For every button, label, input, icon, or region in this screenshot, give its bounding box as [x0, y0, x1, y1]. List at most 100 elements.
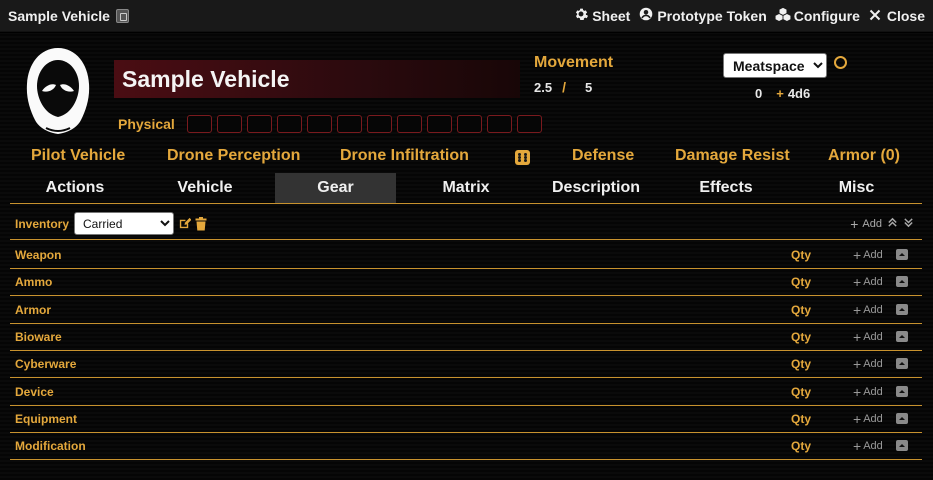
inventory-category-row: Ammo Qty + Add: [10, 269, 922, 297]
category-add-label: Add: [863, 303, 883, 316]
inventory-add-button[interactable]: Add: [862, 218, 882, 230]
prototype-token-button[interactable]: Prototype Token: [638, 7, 767, 24]
plus-icon: +: [850, 215, 859, 232]
initiative-toggle-radio[interactable]: [834, 56, 847, 69]
tab-effects[interactable]: Effects: [661, 173, 791, 203]
initiative-dice[interactable]: 4d6: [788, 86, 810, 101]
chevron-double-down-icon[interactable]: [902, 217, 914, 231]
sheet-button[interactable]: Sheet: [573, 7, 630, 24]
collapse-icon[interactable]: [896, 276, 908, 288]
physical-damage-box[interactable]: [486, 115, 512, 133]
close-button[interactable]: Close: [868, 7, 925, 24]
category-qty-header: Qty: [791, 329, 812, 344]
chevron-double-up-icon[interactable]: [886, 217, 898, 231]
category-name[interactable]: Modification: [15, 439, 86, 453]
physical-damage-box[interactable]: [306, 115, 332, 133]
tab-vehicle[interactable]: Vehicle: [140, 173, 270, 203]
category-add-button[interactable]: + Add: [853, 274, 883, 290]
category-add-button[interactable]: + Add: [853, 302, 883, 318]
physical-damage-box[interactable]: [216, 115, 242, 133]
physical-damage-box[interactable]: [276, 115, 302, 133]
window-actions: Sheet Prototype Token Configure Close: [573, 7, 925, 24]
category-add-label: Add: [863, 412, 883, 425]
physical-damage-box[interactable]: [516, 115, 542, 133]
category-add-button[interactable]: + Add: [853, 356, 883, 372]
inventory-select[interactable]: Carried: [74, 212, 175, 235]
category-name[interactable]: Equipment: [15, 412, 77, 426]
actor-name-text: Sample Vehicle: [122, 65, 290, 92]
tab-misc[interactable]: Misc: [791, 173, 922, 203]
physical-label: Physical: [118, 116, 175, 132]
inventory-category-row: Modification Qty + Add: [10, 433, 922, 461]
category-qty-header: Qty: [791, 275, 812, 290]
inventory-actions: + Add: [850, 216, 922, 232]
collapse-icon[interactable]: [896, 249, 908, 260]
collapse-icon[interactable]: [896, 412, 908, 424]
category-add-button[interactable]: + Add: [853, 247, 883, 263]
inventory-toolbar: Inventory Carried + Add: [10, 208, 922, 240]
movement-walk: 2.5: [534, 79, 553, 95]
category-name[interactable]: Bioware: [15, 330, 62, 344]
skill-drone-perception[interactable]: Drone Perception: [167, 147, 300, 165]
quick-skill-bar: Pilot Vehicle Drone Perception Drone Inf…: [0, 147, 933, 169]
actor-sheet: Sample Vehicle Physical Movement 2.5 / 5…: [0, 33, 933, 480]
category-add-button[interactable]: + Add: [853, 438, 883, 454]
edit-icon[interactable]: [178, 217, 192, 231]
physical-damage-box[interactable]: [186, 115, 212, 133]
skill-damage-resist[interactable]: Damage Resist: [675, 147, 790, 165]
actor-portrait[interactable]: [22, 46, 94, 136]
category-name[interactable]: Weapon: [15, 248, 61, 262]
collapse-icon[interactable]: [896, 330, 908, 342]
physical-damage-box[interactable]: [366, 115, 392, 133]
tab-matrix[interactable]: Matrix: [401, 173, 531, 203]
tab-gear[interactable]: Gear: [275, 173, 396, 203]
close-label: Close: [886, 7, 925, 24]
physical-condition-monitor: Physical: [118, 115, 542, 133]
physical-damage-box[interactable]: [246, 115, 272, 133]
physical-damage-box[interactable]: [456, 115, 482, 133]
inventory-category-row: Cyberware Qty + Add: [10, 351, 922, 379]
space-select[interactable]: Meatspace: [723, 53, 827, 78]
skill-pilot-vehicle[interactable]: Pilot Vehicle: [31, 147, 125, 165]
category-add-button[interactable]: + Add: [853, 384, 883, 400]
category-name[interactable]: Ammo: [15, 275, 52, 289]
tab-description[interactable]: Description: [531, 173, 661, 203]
configure-label: Configure: [793, 7, 860, 24]
collapse-icon[interactable]: [896, 440, 908, 452]
close-icon: [868, 8, 883, 24]
initiative-display: 0 + 4d6: [755, 86, 810, 101]
category-add-button[interactable]: + Add: [853, 411, 883, 427]
actor-name-field[interactable]: Sample Vehicle: [114, 60, 520, 98]
dice-icon[interactable]: [515, 150, 530, 165]
physical-damage-box[interactable]: [396, 115, 422, 133]
configure-button[interactable]: Configure: [775, 7, 860, 24]
category-add-button[interactable]: + Add: [853, 329, 883, 345]
skill-drone-infiltration[interactable]: Drone Infiltration: [340, 147, 469, 165]
collapse-icon[interactable]: [896, 385, 908, 397]
inventory-category-row: Weapon Qty + Add: [10, 242, 922, 269]
physical-damage-box[interactable]: [336, 115, 362, 133]
category-qty-header: Qty: [791, 357, 812, 372]
physical-boxes: [186, 115, 542, 133]
plus-icon: +: [853, 274, 862, 291]
document-id-icon[interactable]: [115, 8, 129, 23]
category-name[interactable]: Device: [15, 385, 54, 399]
tab-actions[interactable]: Actions: [10, 173, 140, 203]
window-title: Sample Vehicle: [8, 8, 129, 24]
physical-damage-box[interactable]: [426, 115, 452, 133]
collapse-icon[interactable]: [896, 303, 908, 315]
category-name[interactable]: Armor: [15, 303, 51, 317]
movement-values: 2.5 / 5: [534, 79, 613, 95]
collapse-icon[interactable]: [896, 358, 908, 370]
category-name[interactable]: Cyberware: [15, 357, 76, 371]
category-qty-header: Qty: [791, 302, 812, 317]
inventory-category-row: Device Qty + Add: [10, 379, 922, 406]
user-circle-icon: [638, 7, 653, 24]
plus-icon: +: [853, 301, 862, 318]
skill-defense[interactable]: Defense: [572, 147, 634, 165]
skill-armor[interactable]: Armor (0): [828, 147, 900, 165]
trash-icon[interactable]: [195, 216, 208, 231]
plus-icon: +: [853, 438, 862, 455]
window-titlebar[interactable]: Sample Vehicle Sheet Prototype Token Con…: [0, 0, 933, 32]
movement-separator: /: [562, 79, 566, 95]
